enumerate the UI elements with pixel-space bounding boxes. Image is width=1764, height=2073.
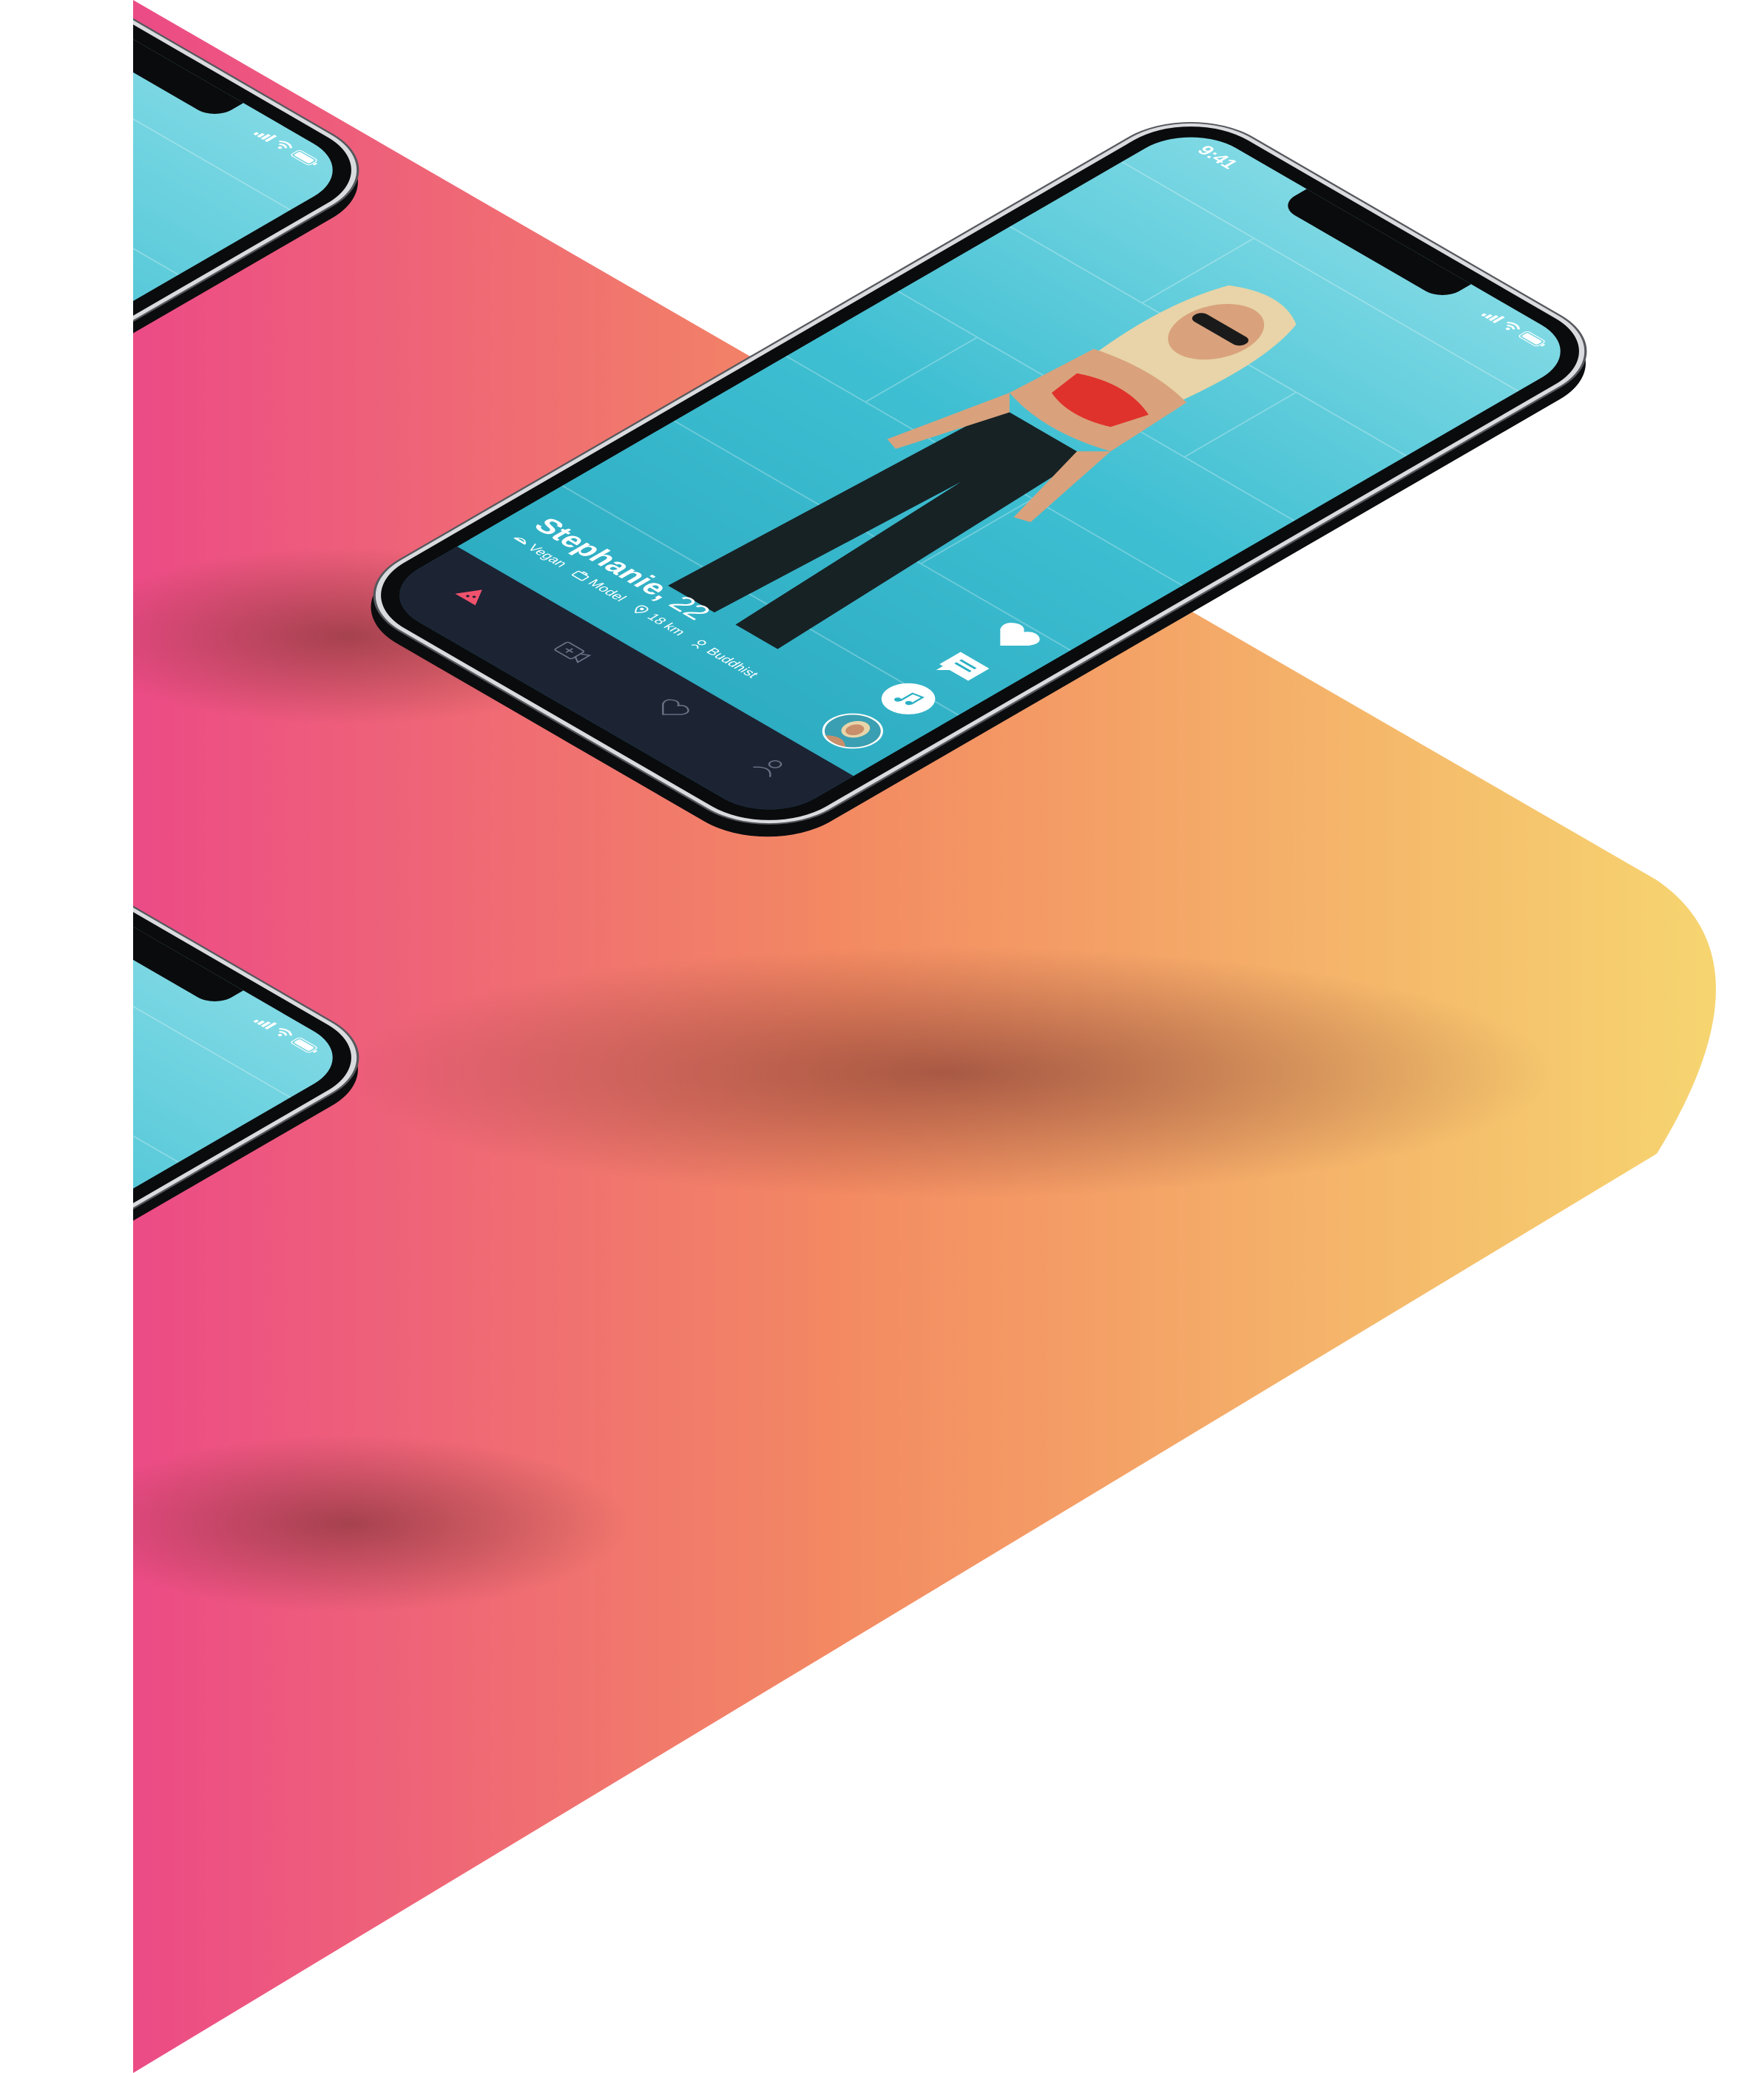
- matches-icon: [661, 699, 689, 715]
- promo-canvas: 9:41 Stephanie, 22 Vegan Model 18 km Bud…: [0, 0, 1764, 2073]
- tab-matches[interactable]: [642, 692, 701, 726]
- tab-profile[interactable]: [741, 749, 800, 783]
- profile-icon: [752, 760, 782, 777]
- tab-video[interactable]: [543, 635, 602, 669]
- home-icon: [455, 589, 482, 606]
- left-white-strip: [0, 0, 133, 2073]
- video-icon: [554, 641, 592, 663]
- tab-home[interactable]: [444, 578, 503, 612]
- music-icon: [894, 692, 925, 706]
